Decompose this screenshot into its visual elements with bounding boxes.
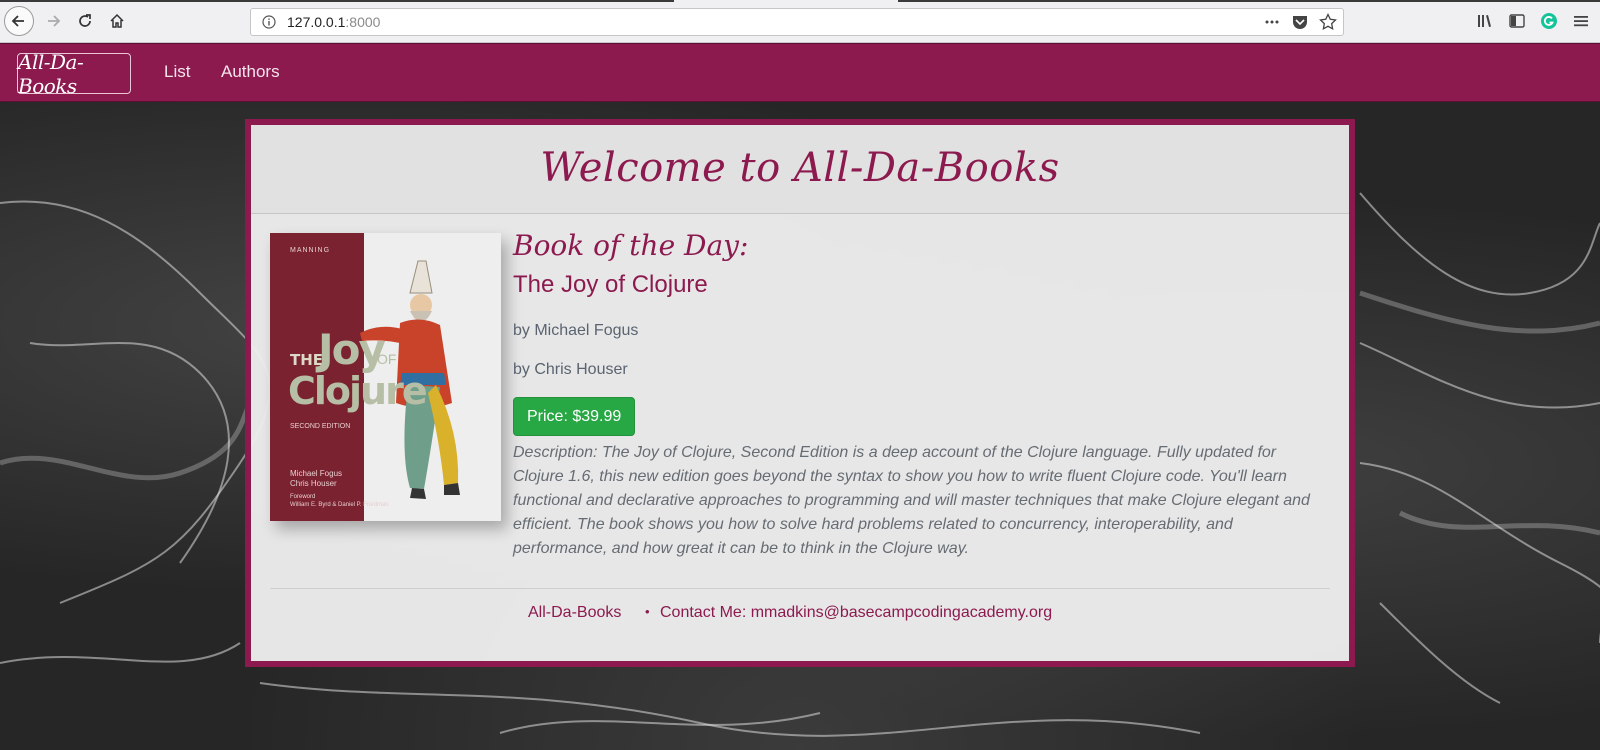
- cover-title-of: OF: [377, 351, 397, 367]
- back-icon: [11, 15, 24, 27]
- cover-title-clojure: Clojure: [288, 369, 428, 413]
- cover-publisher: MANNING: [290, 247, 331, 254]
- book-info: Book of the Day: The Joy of Clojure by M…: [513, 229, 1328, 561]
- url-host: 127.0.0.1: [287, 14, 346, 30]
- tab-strip-edge: [898, 0, 1600, 2]
- cover-foreword: Foreword William E. Byrd & Daniel P. Fri…: [290, 493, 389, 509]
- url-port: :8000: [345, 14, 381, 30]
- footer-divider: [270, 588, 1330, 589]
- site-navbar: All-Da-Books List Authors: [0, 43, 1600, 102]
- toolbar-right: [1476, 12, 1590, 30]
- star-icon[interactable]: [1319, 13, 1337, 31]
- cover-author-1: Michael Fogus: [290, 469, 343, 478]
- footer-bullet: •: [645, 604, 650, 619]
- sidebar-icon[interactable]: [1508, 12, 1526, 30]
- library-icon[interactable]: [1476, 12, 1494, 30]
- info-icon[interactable]: [261, 14, 277, 30]
- cover-edition: SECOND EDITION: [290, 423, 351, 430]
- home-button[interactable]: [102, 6, 132, 36]
- cover-title-joy: Joy: [318, 325, 386, 374]
- author-line: by Michael Fogus: [513, 322, 639, 339]
- url-actions: [1263, 13, 1337, 31]
- back-button[interactable]: [4, 6, 34, 36]
- nav-link-authors[interactable]: Authors: [221, 62, 280, 82]
- menu-icon[interactable]: [1572, 12, 1590, 30]
- cover-author-2: Chris Houser: [290, 479, 337, 488]
- forward-button[interactable]: [38, 6, 68, 36]
- more-icon[interactable]: [1263, 13, 1281, 31]
- forward-icon: [48, 15, 61, 27]
- book-of-the-day-card: Welcome to All-Da-Books MANNING THE Joy …: [245, 119, 1355, 667]
- navbar-brand[interactable]: All-Da-Books: [17, 50, 131, 98]
- page-title: Welcome to All-Da-Books: [540, 145, 1060, 191]
- footer-contact-link[interactable]: Contact Me: mmadkins@basecampcodingacade…: [660, 604, 1052, 622]
- book-title: The Joy of Clojure: [513, 271, 708, 298]
- cover-foreword-label: Foreword: [290, 494, 316, 500]
- pocket-icon[interactable]: [1291, 13, 1309, 31]
- book-description: Description: The Joy of Clojure, Second …: [513, 444, 1310, 557]
- browser-toolbar: 127.0.0.1:8000: [0, 0, 1600, 43]
- reload-button[interactable]: [70, 6, 100, 36]
- reload-icon: [79, 14, 91, 27]
- grammarly-icon[interactable]: [1540, 12, 1558, 30]
- card-header: Welcome to All-Da-Books: [251, 125, 1349, 214]
- book-cover-image: MANNING THE Joy OF Clojure SECOND EDITIO…: [270, 233, 501, 521]
- tab-strip-edge: [0, 0, 674, 2]
- cover-authors: Michael Fogus Chris Houser: [290, 469, 342, 489]
- nav-link-list[interactable]: List: [164, 62, 190, 82]
- book-of-the-day-label: Book of the Day:: [513, 229, 749, 262]
- footer-brand-link[interactable]: All-Da-Books: [528, 604, 621, 622]
- home-icon: [110, 13, 124, 28]
- url-text[interactable]: 127.0.0.1:8000: [287, 14, 380, 30]
- author-line: by Chris Houser: [513, 361, 628, 378]
- url-bar[interactable]: 127.0.0.1:8000: [250, 8, 1344, 36]
- price-button[interactable]: Price: $39.99: [513, 397, 636, 436]
- cover-foreword-names: William E. Byrd & Daniel P. Friedman: [290, 502, 389, 508]
